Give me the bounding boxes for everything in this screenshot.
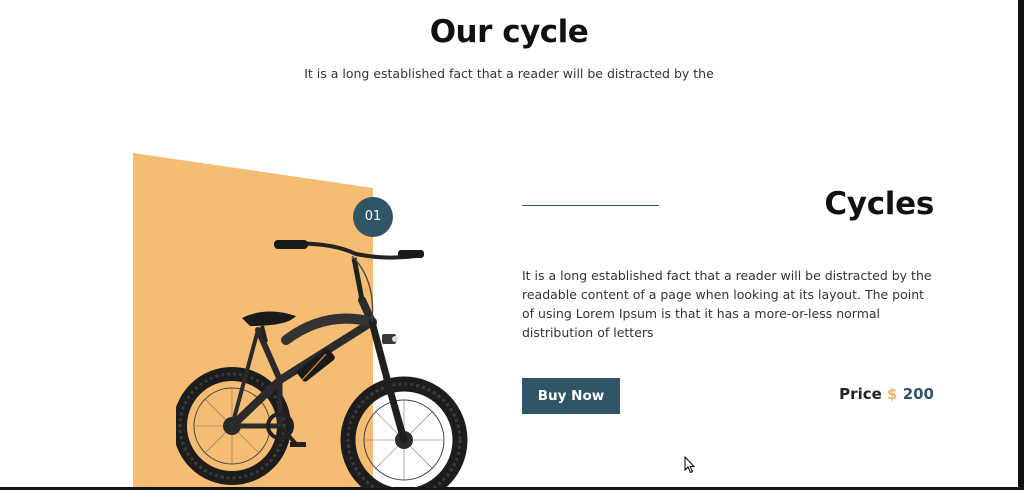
orange-background-panel bbox=[133, 153, 373, 487]
price-label: Price bbox=[839, 385, 882, 403]
electric-bike-image bbox=[176, 240, 468, 488]
product-description: It is a long established fact that a rea… bbox=[522, 268, 932, 340]
mouse-cursor-icon bbox=[684, 456, 696, 474]
product-title: Cycles bbox=[824, 186, 934, 222]
buy-now-button[interactable]: Buy Now bbox=[522, 378, 620, 414]
price-display: Price $ 200 bbox=[839, 385, 934, 403]
title-divider-line bbox=[522, 205, 659, 206]
price-currency: $ bbox=[887, 385, 898, 403]
price-value: 200 bbox=[902, 385, 934, 403]
